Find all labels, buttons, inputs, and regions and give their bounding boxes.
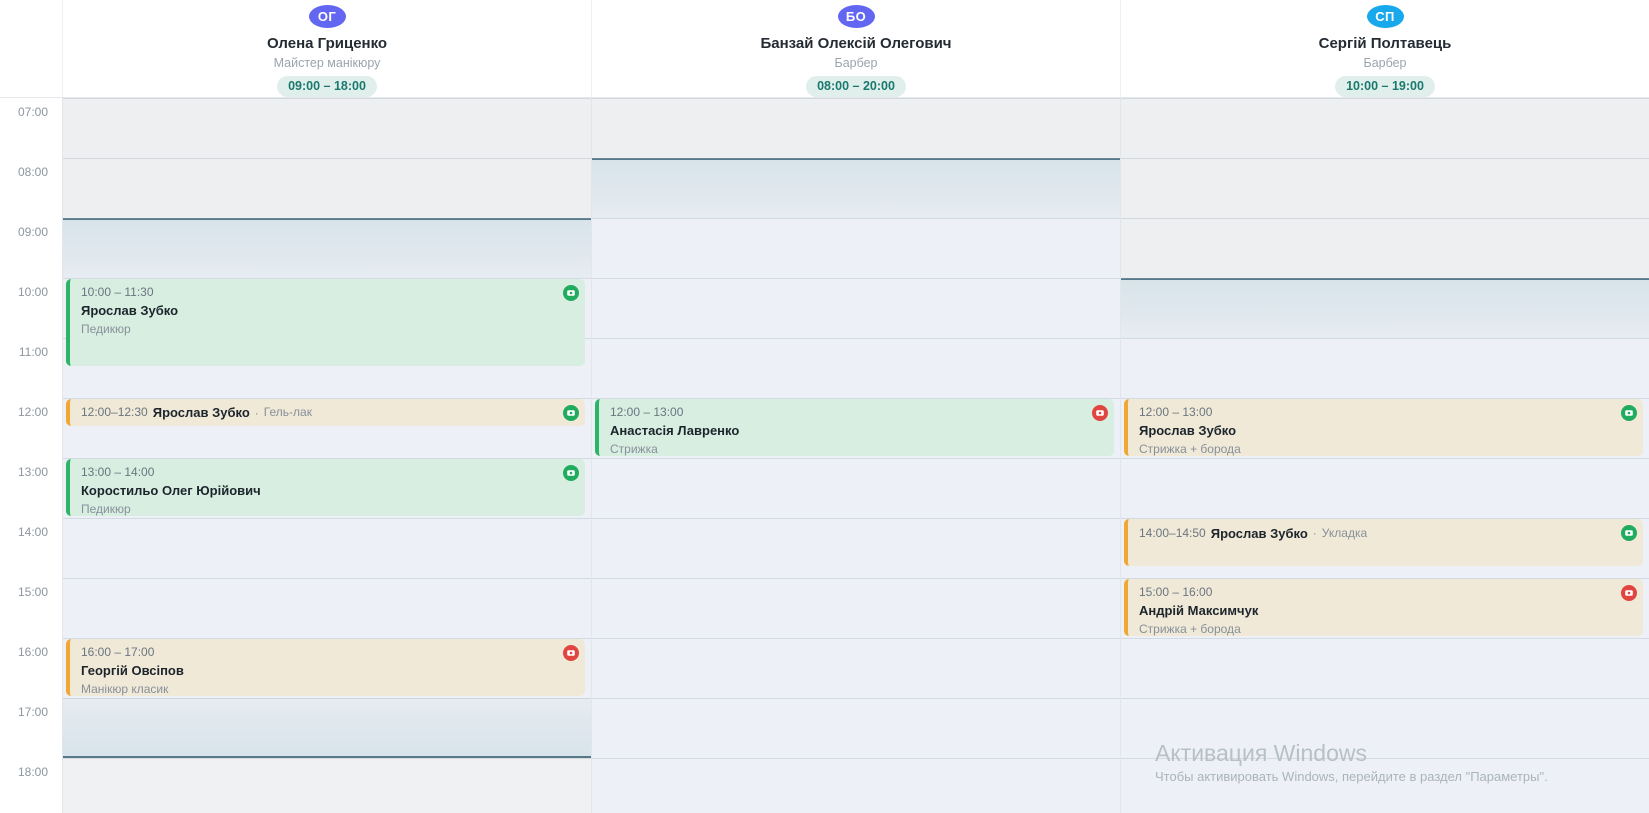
appointment-service: Стрижка + борода (1139, 622, 1617, 636)
appointment[interactable]: 15:00 – 16:00 Андрій Максимчук Стрижка +… (1124, 579, 1643, 636)
appointment-time: 14:00–14:50 (1139, 526, 1206, 541)
appointment[interactable]: 12:00 – 13:00 Ярослав Зубко Стрижка + бо… (1124, 399, 1643, 456)
appointment-service: Педикюр (81, 502, 559, 516)
staff-column-1[interactable]: 10:00 – 11:30 Ярослав Зубко Педикюр 12:0… (62, 98, 591, 813)
appointment-service: Педикюр (81, 322, 559, 337)
header-gutter-spacer (0, 0, 62, 97)
avatar-initials: ОГ (318, 9, 336, 24)
appointment-service: Манікюр класик (81, 682, 559, 696)
workday-end-zone (63, 698, 591, 758)
payment-status-icon (1621, 405, 1637, 421)
schedule-grid: 07:00 08:00 09:00 10:00 11:00 12:00 13:0… (0, 98, 1649, 813)
staff-role: Барбер (834, 56, 877, 70)
staff-role: Барбер (1363, 56, 1406, 70)
workday-start-zone (1121, 278, 1649, 338)
appointment[interactable]: 16:00 – 17:00 Георгій Овсіпов Манікюр кл… (66, 639, 585, 696)
time-label: 08:00 (18, 166, 48, 178)
time-label: 12:00 (18, 406, 48, 418)
staff-avatar: СП (1367, 5, 1404, 28)
staff-name: Банзай Олексій Олегович (760, 35, 951, 52)
payment-status-icon (1092, 405, 1108, 421)
appointment[interactable]: 14:00–14:50 Ярослав Зубко · Укладка (1124, 519, 1643, 566)
appointment-client: Георгій Овсіпов (81, 663, 559, 679)
non-working-zone (592, 98, 1120, 158)
time-label: 17:00 (18, 706, 48, 718)
working-zone (592, 218, 1120, 813)
time-label: 14:00 (18, 526, 48, 538)
scheduler-day-view: ОГ Олена Гриценко Майстер манікюру 09:00… (0, 0, 1649, 813)
working-hours-badge: 09:00 – 18:00 (277, 76, 377, 97)
appointment-client: Ярослав Зубко (153, 405, 250, 421)
payment-status-icon (563, 405, 579, 421)
appointment-time: 16:00 – 17:00 (81, 645, 559, 660)
payment-status-icon (563, 645, 579, 661)
payment-status-icon (1621, 585, 1637, 601)
appointment-time: 12:00 – 13:00 (610, 405, 1088, 420)
appointment-client: Андрій Максимчук (1139, 603, 1617, 619)
payment-status-icon (1621, 525, 1637, 541)
avatar-initials: БО (846, 9, 866, 24)
time-label: 16:00 (18, 646, 48, 658)
payment-status-icon (563, 465, 579, 481)
staff-name: Олена Гриценко (267, 35, 387, 52)
time-label: 18:00 (18, 766, 48, 778)
working-hours-badge: 10:00 – 19:00 (1335, 76, 1435, 97)
time-gutter: 07:00 08:00 09:00 10:00 11:00 12:00 13:0… (0, 98, 62, 813)
time-label: 11:00 (19, 346, 48, 358)
time-label: 13:00 (18, 466, 48, 478)
appointment-service: Укладка (1322, 526, 1367, 541)
separator-dot: · (255, 406, 259, 420)
staff-role: Майстер манікюру (274, 56, 381, 70)
appointment-time: 12:00–12:30 (81, 405, 148, 420)
staff-header-row: ОГ Олена Гриценко Майстер манікюру 09:00… (0, 0, 1649, 98)
appointment-time: 15:00 – 16:00 (1139, 585, 1617, 600)
staff-avatar: ОГ (309, 5, 346, 28)
appointment-client: Ярослав Зубко (1139, 423, 1617, 439)
appointment[interactable]: 12:00 – 13:00 Анастасія Лавренко Стрижка (595, 399, 1114, 456)
separator-dot: · (1313, 526, 1317, 540)
time-label: 09:00 (18, 226, 48, 238)
staff-header-2[interactable]: БО Банзай Олексій Олегович Барбер 08:00 … (591, 0, 1120, 97)
appointment-client: Анастасія Лавренко (610, 423, 1088, 439)
staff-header-1[interactable]: ОГ Олена Гриценко Майстер манікюру 09:00… (62, 0, 591, 97)
appointment-time: 12:00 – 13:00 (1139, 405, 1617, 420)
workday-start-zone (592, 158, 1120, 218)
time-label: 07:00 (18, 106, 48, 118)
staff-column-2[interactable]: 12:00 – 13:00 Анастасія Лавренко Стрижка (591, 98, 1120, 813)
appointment-client: Ярослав Зубко (81, 303, 559, 319)
appointment[interactable]: 10:00 – 11:30 Ярослав Зубко Педикюр (66, 279, 585, 366)
staff-name: Сергій Полтавець (1319, 35, 1452, 52)
appointment[interactable]: 13:00 – 14:00 Коростильо Олег Юрійович П… (66, 459, 585, 516)
non-working-zone (63, 98, 591, 218)
time-label: 15:00 (18, 586, 48, 598)
workday-start-zone (63, 218, 591, 278)
staff-avatar: БО (838, 5, 875, 28)
appointment[interactable]: 12:00–12:30 Ярослав Зубко · Гель-лак (66, 399, 585, 426)
appointment-time: 13:00 – 14:00 (81, 465, 559, 480)
appointment-client: Коростильо Олег Юрійович (81, 483, 559, 499)
staff-column-3[interactable]: 12:00 – 13:00 Ярослав Зубко Стрижка + бо… (1120, 98, 1649, 813)
time-label: 10:00 (18, 286, 48, 298)
non-working-zone (1121, 98, 1649, 278)
appointment-service: Стрижка (610, 442, 1088, 456)
working-hours-badge: 08:00 – 20:00 (806, 76, 906, 97)
staff-header-3[interactable]: СП Сергій Полтавець Барбер 10:00 – 19:00 (1120, 0, 1649, 97)
non-working-zone (63, 758, 591, 813)
appointment-time: 10:00 – 11:30 (81, 285, 559, 300)
avatar-initials: СП (1375, 9, 1395, 24)
appointment-service: Стрижка + борода (1139, 442, 1617, 456)
appointment-service: Гель-лак (264, 405, 312, 420)
payment-status-icon (563, 285, 579, 301)
appointment-client: Ярослав Зубко (1211, 526, 1308, 542)
